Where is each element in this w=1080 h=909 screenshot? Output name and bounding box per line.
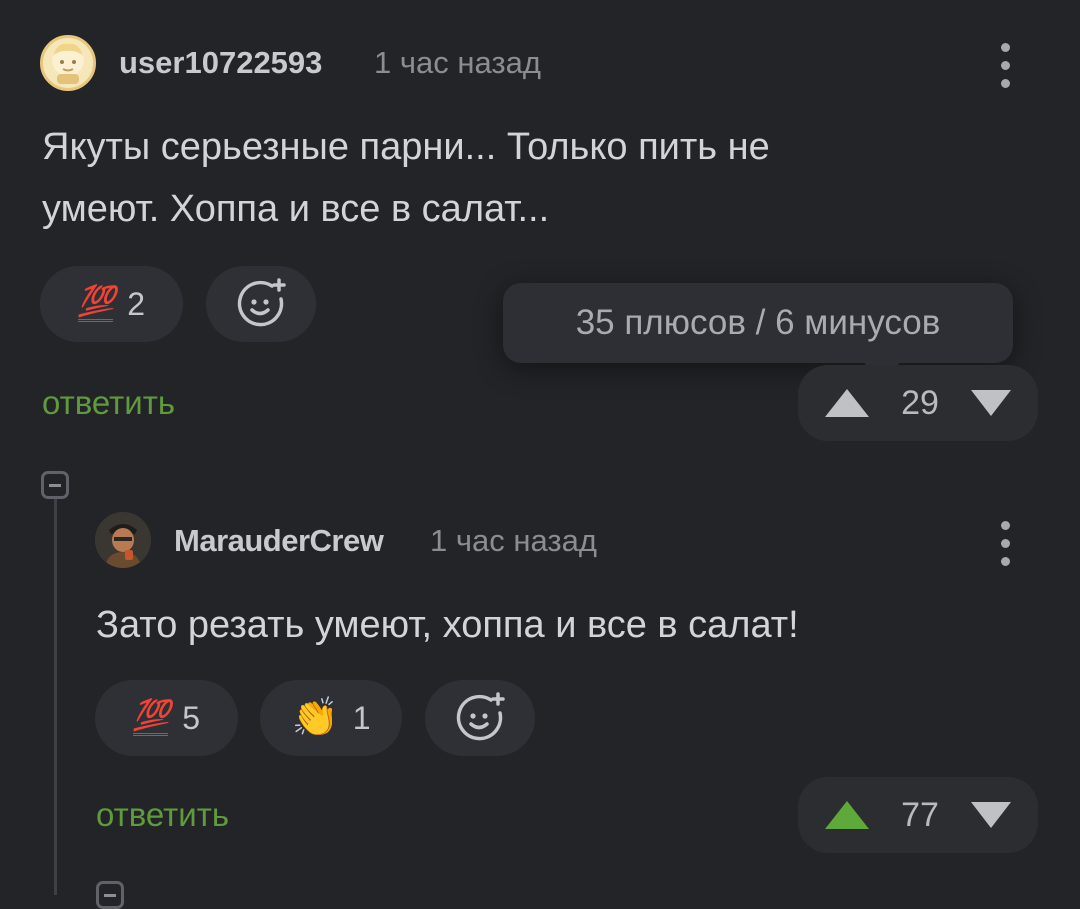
smiley-plus-icon (456, 692, 505, 741)
minus-square-icon[interactable] (96, 881, 124, 909)
avatar[interactable] (40, 35, 96, 91)
reaction-count: 5 (182, 699, 201, 736)
hundred-points-icon: 💯 (77, 286, 115, 322)
comment-text: Зато резать умеют, хоппа и все в салат! (96, 594, 799, 656)
comment-username[interactable]: user10722593 (119, 45, 322, 81)
vertical-dots-icon[interactable] (998, 43, 1012, 88)
reaction-count: 1 (352, 699, 371, 736)
reaction-hundred[interactable]: 💯 2 (40, 266, 183, 342)
avatar[interactable] (95, 512, 151, 568)
comment-time: 1 час назад (374, 45, 541, 80)
smiley-plus-icon (237, 278, 286, 327)
comment-time: 1 час назад (430, 523, 597, 558)
reply-button[interactable]: ответить (96, 796, 229, 834)
reaction-count: 2 (127, 285, 146, 322)
comment-text-line: умеют. Хоппа и все в салат... (42, 188, 550, 230)
comment-text: Якуты серьезные парни... Только пить не … (42, 116, 770, 240)
vertical-dots-icon[interactable] (998, 521, 1012, 566)
rating-tooltip-text: 35 плюсов / 6 минусов (575, 303, 941, 342)
comment-username[interactable]: MarauderCrew (174, 523, 384, 559)
avatar-image (52, 43, 84, 84)
clapping-hands-icon: 👏 (291, 697, 339, 739)
comment-text-line: Зато резать умеют, хоппа и все в салат! (96, 604, 799, 646)
hundred-points-icon: 💯 (132, 700, 170, 736)
avatar-image (95, 512, 151, 568)
add-reaction-button[interactable] (425, 680, 535, 756)
minus-square-icon[interactable] (41, 471, 69, 499)
reply-button[interactable]: ответить (42, 384, 175, 422)
triangle-up-icon[interactable] (822, 386, 872, 420)
reaction-clap[interactable]: 👏 1 (260, 680, 402, 756)
vote-widget: 29 (798, 365, 1038, 441)
add-reaction-button[interactable] (206, 266, 316, 342)
comment-text-line: Якуты серьезные парни... Только пить не (42, 126, 770, 168)
triangle-down-icon[interactable] (968, 387, 1014, 419)
triangle-down-icon[interactable] (968, 799, 1014, 831)
rating-count[interactable]: 77 (901, 796, 939, 835)
reaction-hundred[interactable]: 💯 5 (95, 680, 238, 756)
rating-tooltip: 35 плюсов / 6 минусов (503, 283, 1013, 363)
thread-line (54, 498, 57, 895)
vote-widget: 77 (798, 777, 1038, 853)
triangle-up-icon[interactable] (822, 798, 872, 832)
rating-count[interactable]: 29 (901, 384, 939, 423)
